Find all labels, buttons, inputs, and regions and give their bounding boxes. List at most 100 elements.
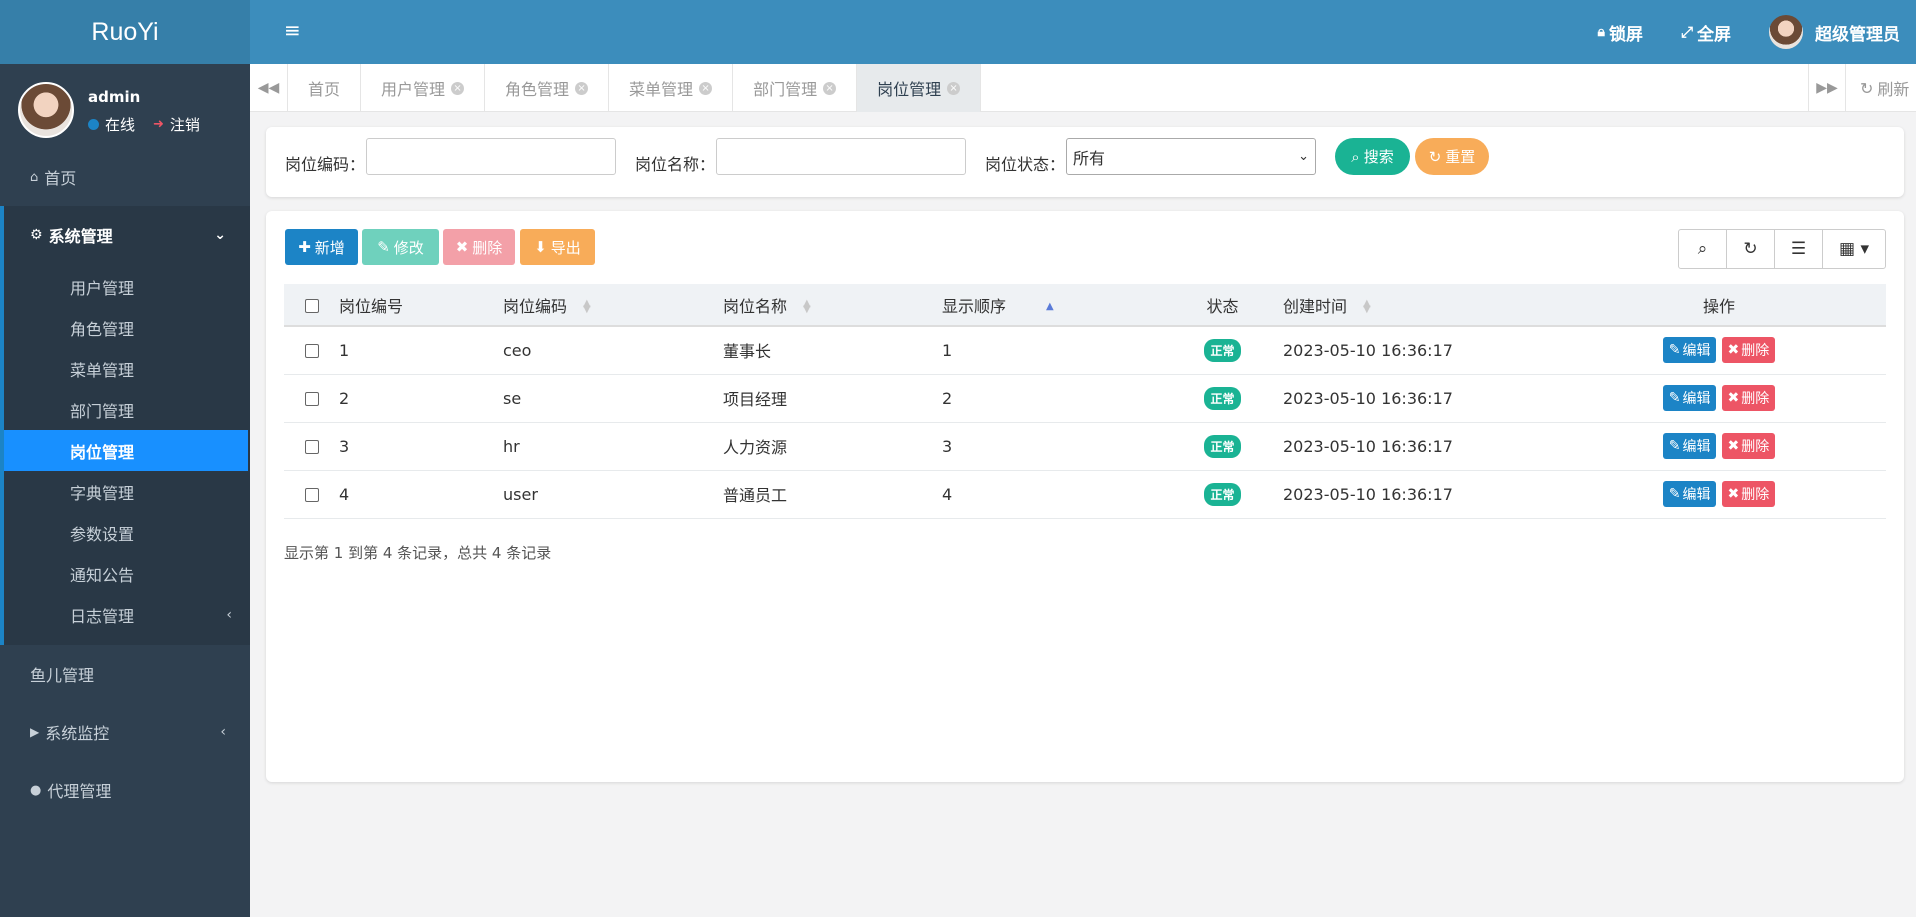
tab-refresh-button[interactable]: ↻ 刷新 <box>1846 64 1909 112</box>
close-icon[interactable]: × <box>823 81 837 95</box>
sidebar-item-menus[interactable]: 菜单管理 <box>4 348 250 389</box>
sidebar-item-notice[interactable]: 通知公告 <box>4 553 250 594</box>
sidebar-item-roles[interactable]: 角色管理 <box>4 307 250 348</box>
sidebar-item-posts[interactable]: 岗位管理 <box>4 430 248 471</box>
row-checkbox[interactable] <box>304 344 319 359</box>
row-edit-button[interactable]: ✎ 编辑 <box>1662 433 1717 459</box>
row-delete-button[interactable]: ✖ 删除 <box>1721 385 1776 411</box>
close-icon[interactable]: × <box>699 81 713 95</box>
edit-icon: ✎ <box>377 238 390 256</box>
lock-screen-button[interactable]: 🔒︎ 锁屏 <box>1598 20 1643 45</box>
columns-dropdown-button[interactable]: ▦ ▾ <box>1823 230 1885 268</box>
col-header-order[interactable]: 显示顺序 ▲ <box>942 284 1162 327</box>
post-status-value: 所有 <box>1073 148 1106 168</box>
tab-scroll-right-button[interactable]: ▶▶ <box>1808 64 1846 112</box>
tab-scroll-left-button[interactable]: ◀◀ <box>250 64 288 112</box>
tab-posts[interactable]: 岗位管理 × <box>857 64 982 112</box>
remove-icon: ✖ <box>1727 438 1740 454</box>
tab-label: 用户管理 <box>381 80 446 99</box>
post-status-select[interactable]: 所有 ⌄ <box>1066 138 1316 175</box>
table-row: 3 hr 人力资源 3 正常 2023-05-10 16:36:17 ✎ 编辑 ✖… <box>284 422 1886 471</box>
edit-icon: ✎ <box>1668 390 1681 406</box>
sidebar-item-config[interactable]: 参数设置 <box>4 512 250 553</box>
row-select-cell <box>284 374 339 423</box>
col-header-code[interactable]: 岗位编码 ▲ ▼ <box>503 284 723 327</box>
row-delete-button[interactable]: ✖ 删除 <box>1721 433 1776 459</box>
col-header-name[interactable]: 岗位名称 ▲ ▼ <box>723 284 942 327</box>
close-icon[interactable]: × <box>575 81 589 95</box>
delete-button[interactable]: ✖ 删除 <box>443 229 515 265</box>
cell-status: 正常 <box>1162 470 1283 519</box>
avatar[interactable] <box>18 82 74 138</box>
table-tools: ⌕ ↻ ☰ ▦ ▾ <box>1678 229 1886 269</box>
cell-code: se <box>503 374 723 423</box>
tab-menus[interactable]: 菜单管理 × <box>609 64 734 112</box>
cell-order: 3 <box>942 422 1162 471</box>
close-icon[interactable]: × <box>451 81 465 95</box>
column-label: 岗位编码 <box>503 296 568 316</box>
video-camera-icon: ▶ <box>30 725 40 739</box>
page-tabs: 首页 用户管理 × 角色管理 × 菜单管理 × 部门管理 × 岗位管理 × <box>288 64 982 112</box>
post-name-input[interactable] <box>716 138 966 175</box>
sort-asc-icon: ▲ <box>1046 301 1054 312</box>
row-checkbox[interactable] <box>304 392 319 406</box>
cell-id: 3 <box>339 422 503 471</box>
edit-button[interactable]: ✎ 修改 <box>362 229 439 265</box>
user-name: admin <box>88 88 141 106</box>
sidebar-item-users[interactable]: 用户管理 <box>4 266 250 307</box>
toggle-search-button[interactable]: ⌕ <box>1679 230 1727 268</box>
brand-logo[interactable]: RuoYi <box>0 0 250 64</box>
home-icon: ⌂ <box>30 169 39 185</box>
sidebar-item-system[interactable]: ⚙ 系统管理 ⌄ <box>0 206 250 264</box>
status-badge: 正常 <box>1204 386 1241 410</box>
row-delete-button[interactable]: ✖ 删除 <box>1721 337 1776 364</box>
tab-bar: ◀◀ 首页 用户管理 × 角色管理 × 菜单管理 × 部门管理 × 岗位管理 × ▶▶ ↻… <box>250 64 1916 112</box>
row-edit-button[interactable]: ✎ 编辑 <box>1662 337 1717 364</box>
row-edit-label: 编辑 <box>1682 439 1711 455</box>
sidebar-item-home[interactable]: ⌂ 首页 <box>0 148 250 206</box>
user-menu[interactable]: 超级管理员 <box>1769 15 1900 49</box>
sidebar-item-fish[interactable]: 鱼儿管理 <box>0 645 250 703</box>
row-checkbox[interactable] <box>304 440 319 454</box>
post-code-input[interactable] <box>366 138 616 175</box>
logout-link[interactable]: 注销 <box>170 114 200 135</box>
sidebar-item-monitor[interactable]: ▶ 系统监控 ‹ <box>0 703 250 761</box>
search-form: 岗位编码： 岗位名称： 岗位状态： 所有 ⌄ ⌕ 搜索 ↻ 重置 <box>266 127 1904 197</box>
reset-button[interactable]: ↻ 重置 <box>1415 138 1489 175</box>
column-label: 岗位编号 <box>339 296 404 316</box>
sidebar-item-agent[interactable]: ● 代理管理 <box>0 761 250 819</box>
row-checkbox[interactable] <box>304 488 319 502</box>
table-row: 4 user 普通员工 4 正常 2023-05-10 16:36:17 ✎ 编辑… <box>284 470 1886 519</box>
sidebar-item-label: 代理管理 <box>47 782 112 801</box>
sign-out-icon[interactable]: ➜ <box>153 117 164 132</box>
row-edit-button[interactable]: ✎ 编辑 <box>1662 481 1717 507</box>
sidebar-item-logs[interactable]: 日志管理 ‹ <box>4 594 250 635</box>
tab-roles[interactable]: 角色管理 × <box>485 64 610 112</box>
sidebar-item-depts[interactable]: 部门管理 <box>4 389 250 430</box>
col-header-created[interactable]: 创建时间 ▲ ▼ <box>1283 284 1552 327</box>
close-icon[interactable]: × <box>947 81 961 95</box>
tab-users[interactable]: 用户管理 × <box>361 64 486 112</box>
tab-depts[interactable]: 部门管理 × <box>733 64 858 112</box>
toggle-view-button[interactable]: ☰ <box>1775 230 1823 268</box>
row-delete-button[interactable]: ✖ 删除 <box>1721 481 1776 507</box>
search-button[interactable]: ⌕ 搜索 <box>1335 138 1410 175</box>
col-header-id[interactable]: 岗位编号 <box>339 284 503 327</box>
select-all-checkbox[interactable] <box>304 298 319 313</box>
refresh-table-button[interactable]: ↻ <box>1727 230 1775 268</box>
expand-icon: ⤢ <box>1680 23 1693 41</box>
export-button[interactable]: ⬇ 导出 <box>520 229 595 265</box>
hamburger-menu-icon[interactable]: ≡ <box>284 20 301 40</box>
row-edit-label: 编辑 <box>1682 343 1711 360</box>
chevron-left-icon: ‹ <box>220 724 226 740</box>
backward-icon: ◀◀ <box>257 80 280 96</box>
tab-home[interactable]: 首页 <box>288 64 362 112</box>
row-edit-label: 编辑 <box>1682 487 1711 503</box>
add-button[interactable]: ✚ 新增 <box>285 229 358 265</box>
post-name-label: 岗位名称： <box>635 155 716 174</box>
sidebar-item-dicts[interactable]: 字典管理 <box>4 471 250 512</box>
user-icon: ● <box>30 782 42 798</box>
tab-label: 岗位管理 <box>877 80 942 99</box>
fullscreen-button[interactable]: ⤢ 全屏 <box>1681 20 1731 45</box>
row-edit-button[interactable]: ✎ 编辑 <box>1662 385 1717 411</box>
